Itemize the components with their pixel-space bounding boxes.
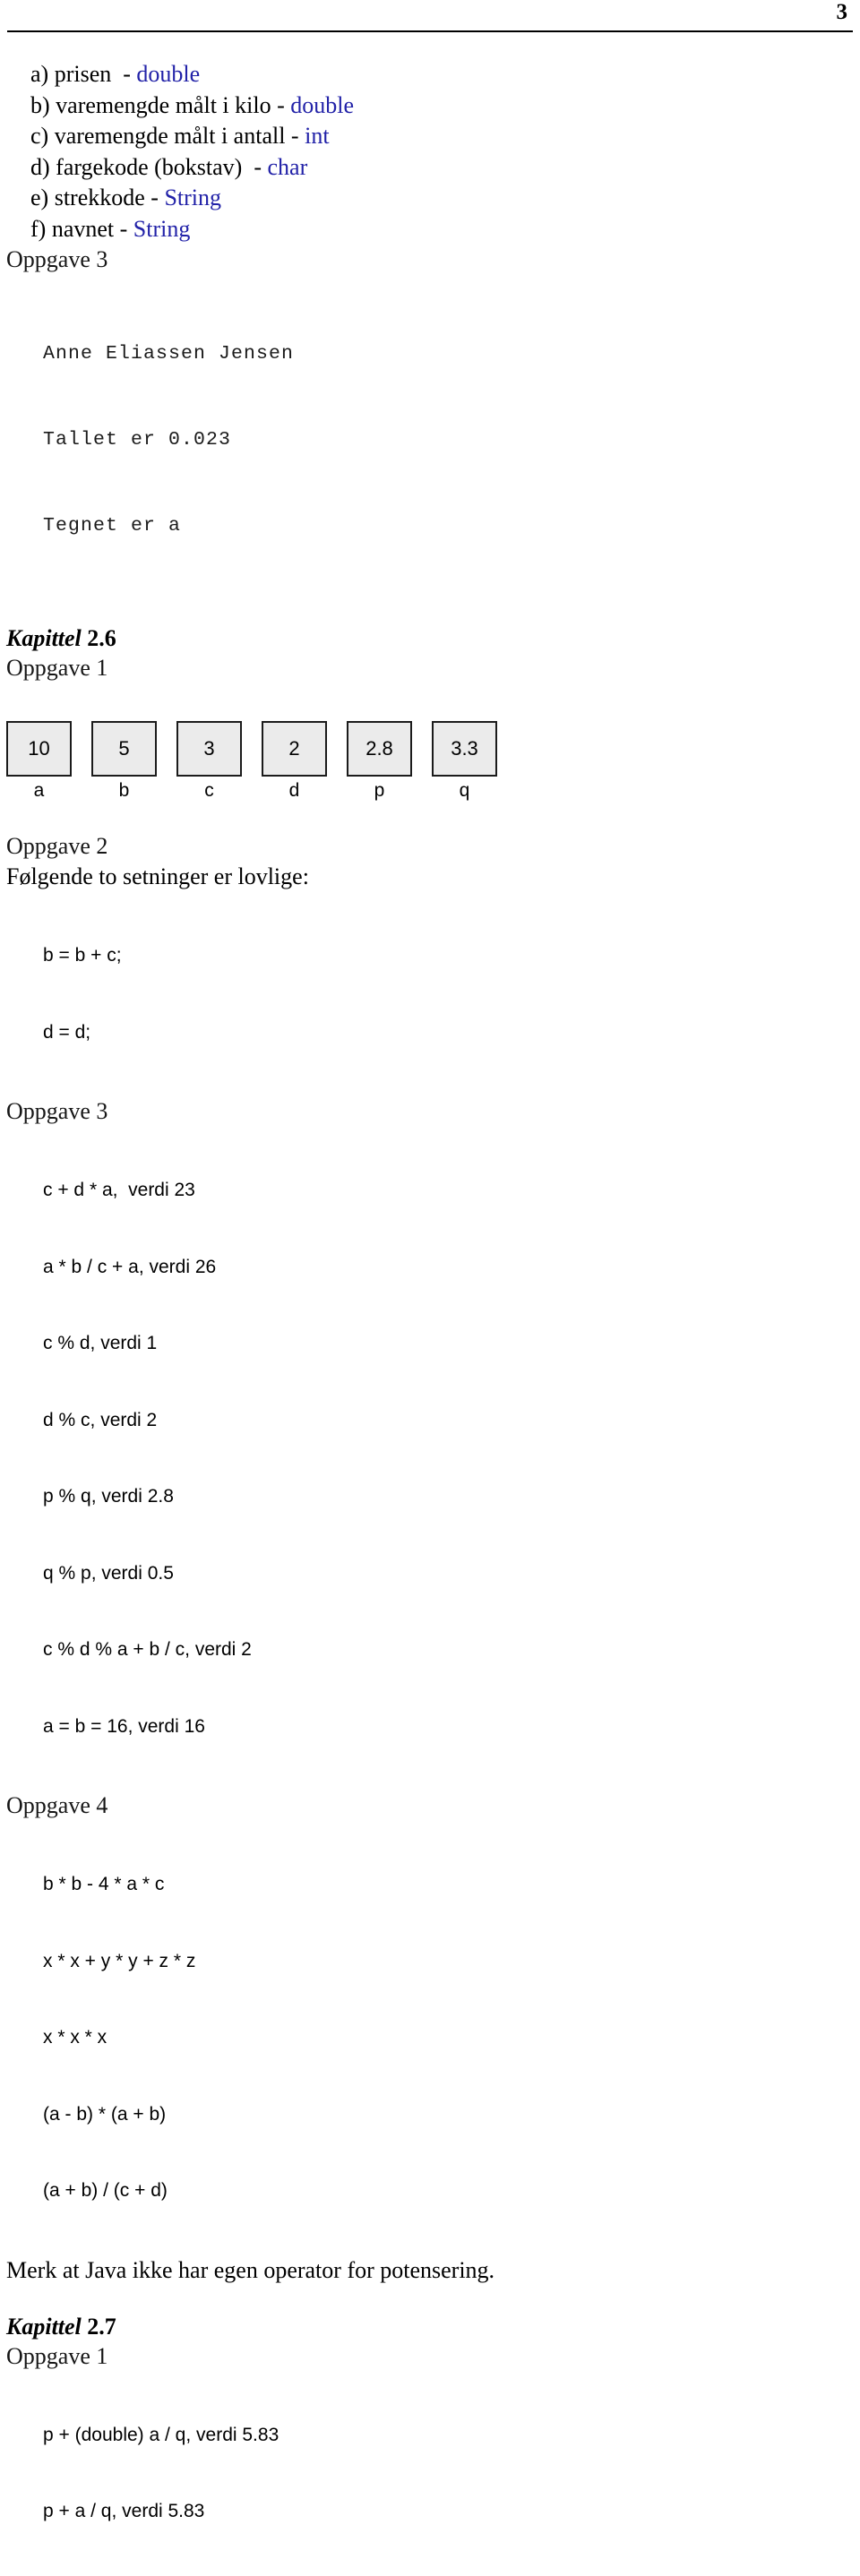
oppgave2-statements-block: b = b + c; d = d; [43, 892, 837, 1096]
variable-boxes-row: 10 a 5 b 3 c 2 d 2.8 p 3.3 q [6, 721, 562, 804]
heading-oppgave-3-top: Oppgave 3 [6, 246, 108, 272]
page-number: 3 [836, 0, 848, 24]
code-line: b = b + c; [43, 945, 122, 966]
code-line: (a - b) * (a + b) [43, 2103, 167, 2125]
oppgave4-note-text: Merk at Java ikke har egen operator for … [6, 2256, 495, 2283]
code-line: p + (double) a / q, verdi 5.83 [43, 2424, 280, 2445]
console-output-line: Tallet er 0.023 [43, 429, 232, 451]
type-answer-label: d) fargekode (bokstav) - [30, 153, 268, 180]
variable-box-label: b [118, 780, 130, 801]
kap27-oppgave1-expressions-block: p + (double) a / q, verdi 5.83 p + a / q… [43, 2372, 837, 2576]
variable-box-cell: 10 a [6, 721, 91, 804]
code-line: q % p, verdi 0.5 [43, 1562, 174, 1584]
type-answer-label: e) strekkode - [30, 185, 165, 210]
code-line: (a + b) / (c + d) [43, 2180, 168, 2201]
variable-box-label: q [459, 780, 470, 801]
type-answer-keyword: double [290, 91, 355, 118]
type-answer-keyword: char [267, 153, 308, 180]
heading-kap26-oppgave-4: Oppgave 4 [6, 1792, 108, 1818]
type-answer-item: d) fargekode (bokstav) - char [30, 152, 837, 184]
type-answer-label: c) varemengde målt i antall - [30, 123, 305, 149]
type-answer-keyword: double [136, 61, 201, 87]
variable-box-value: 3 [176, 721, 242, 777]
variable-box-label: p [374, 780, 385, 801]
type-answer-label: b) varemengde målt i kilo - [30, 91, 291, 118]
variable-boxes-diagram: 10 a 5 b 3 c 2 d 2.8 p 3.3 q [6, 721, 562, 804]
variable-box-value: 10 [6, 721, 72, 777]
code-line: c % d % a + b / c, verdi 2 [43, 1639, 252, 1660]
kapittel-number: 2.6 [87, 625, 116, 651]
variable-box-value: 5 [91, 721, 157, 777]
document-content: a) prisen - double b) varemengde målt i … [6, 59, 837, 2576]
type-answer-item: e) strekkode - String [30, 183, 837, 214]
kapittel-word: Kapittel [6, 625, 88, 651]
type-answer-keyword: String [133, 215, 191, 242]
heading-kapittel-2-6: Kapittel 2.6 [6, 624, 837, 653]
console-output-block: Anne Eliassen Jensen Tallet er 0.023 Teg… [43, 282, 837, 597]
document-page: 3 a) prisen - double b) varemengde målt … [0, 0, 860, 2521]
type-answer-keyword: int [305, 123, 330, 149]
oppgave4-expressions-block: b * b - 4 * a * c x * x + y * y + z * z … [43, 1821, 837, 2255]
code-line: p % q, verdi 2.8 [43, 1486, 174, 1507]
variable-box-label: d [288, 780, 300, 801]
type-answer-item: a) prisen - double [30, 59, 837, 90]
code-line: c % d, verdi 1 [43, 1333, 158, 1353]
variable-box-cell: 3 c [176, 721, 262, 804]
code-line: d % c, verdi 2 [43, 1409, 158, 1430]
type-answer-item: c) varemengde målt i antall - int [30, 121, 837, 152]
variable-box-cell: 3.3 q [432, 721, 517, 804]
heading-kapittel-2-7: Kapittel 2.7 [6, 2313, 837, 2341]
code-line: b * b - 4 * a * c [43, 1874, 165, 1894]
page-header: 3 [0, 0, 860, 39]
type-answer-item: f) navnet - String [30, 214, 837, 245]
kapittel-word: Kapittel [6, 2313, 88, 2340]
code-line: x * x * x [43, 2027, 108, 2048]
variable-box-value: 2.8 [347, 721, 412, 777]
heading-kap26-oppgave-3: Oppgave 3 [6, 1098, 108, 1124]
console-output-line: Tegnet er a [43, 515, 182, 537]
variable-box-value: 2 [262, 721, 327, 777]
variable-box-cell: 2.8 p [347, 721, 432, 804]
code-line: c + d * a, verdi 23 [43, 1180, 195, 1200]
types-answer-list: a) prisen - double b) varemengde målt i … [30, 59, 837, 245]
variable-box-value: 3.3 [432, 721, 497, 777]
kapittel-number: 2.7 [87, 2313, 116, 2340]
header-rule [7, 30, 853, 32]
console-output-line: Anne Eliassen Jensen [43, 343, 295, 365]
code-line: a = b = 16, verdi 16 [43, 1715, 205, 1737]
code-line: p + a / q, verdi 5.83 [43, 2501, 205, 2521]
code-line: x * x + y * y + z * z [43, 1950, 196, 1971]
code-line: d = d; [43, 1021, 91, 1043]
variable-box-cell: 5 b [91, 721, 176, 804]
variable-box-label: c [204, 780, 214, 801]
type-answer-label: f) navnet - [30, 215, 133, 242]
heading-kap26-oppgave-1: Oppgave 1 [6, 655, 108, 681]
type-answer-keyword: String [164, 185, 222, 210]
type-answer-item: b) varemengde målt i kilo - double [30, 90, 837, 122]
variable-box-label: a [33, 780, 45, 801]
oppgave3-expressions-block: c + d * a, verdi 23 a * b / c + a, verdi… [43, 1127, 837, 1790]
variable-box-cell: 2 d [262, 721, 347, 804]
code-line: a * b / c + a, verdi 26 [43, 1256, 217, 1277]
oppgave2-intro-text: Følgende to setninger er lovlige: [6, 863, 309, 889]
heading-kap26-oppgave-2: Oppgave 2 [6, 833, 108, 859]
type-answer-label: a) prisen - [30, 61, 137, 87]
heading-kap27-oppgave-1: Oppgave 1 [6, 2342, 108, 2369]
